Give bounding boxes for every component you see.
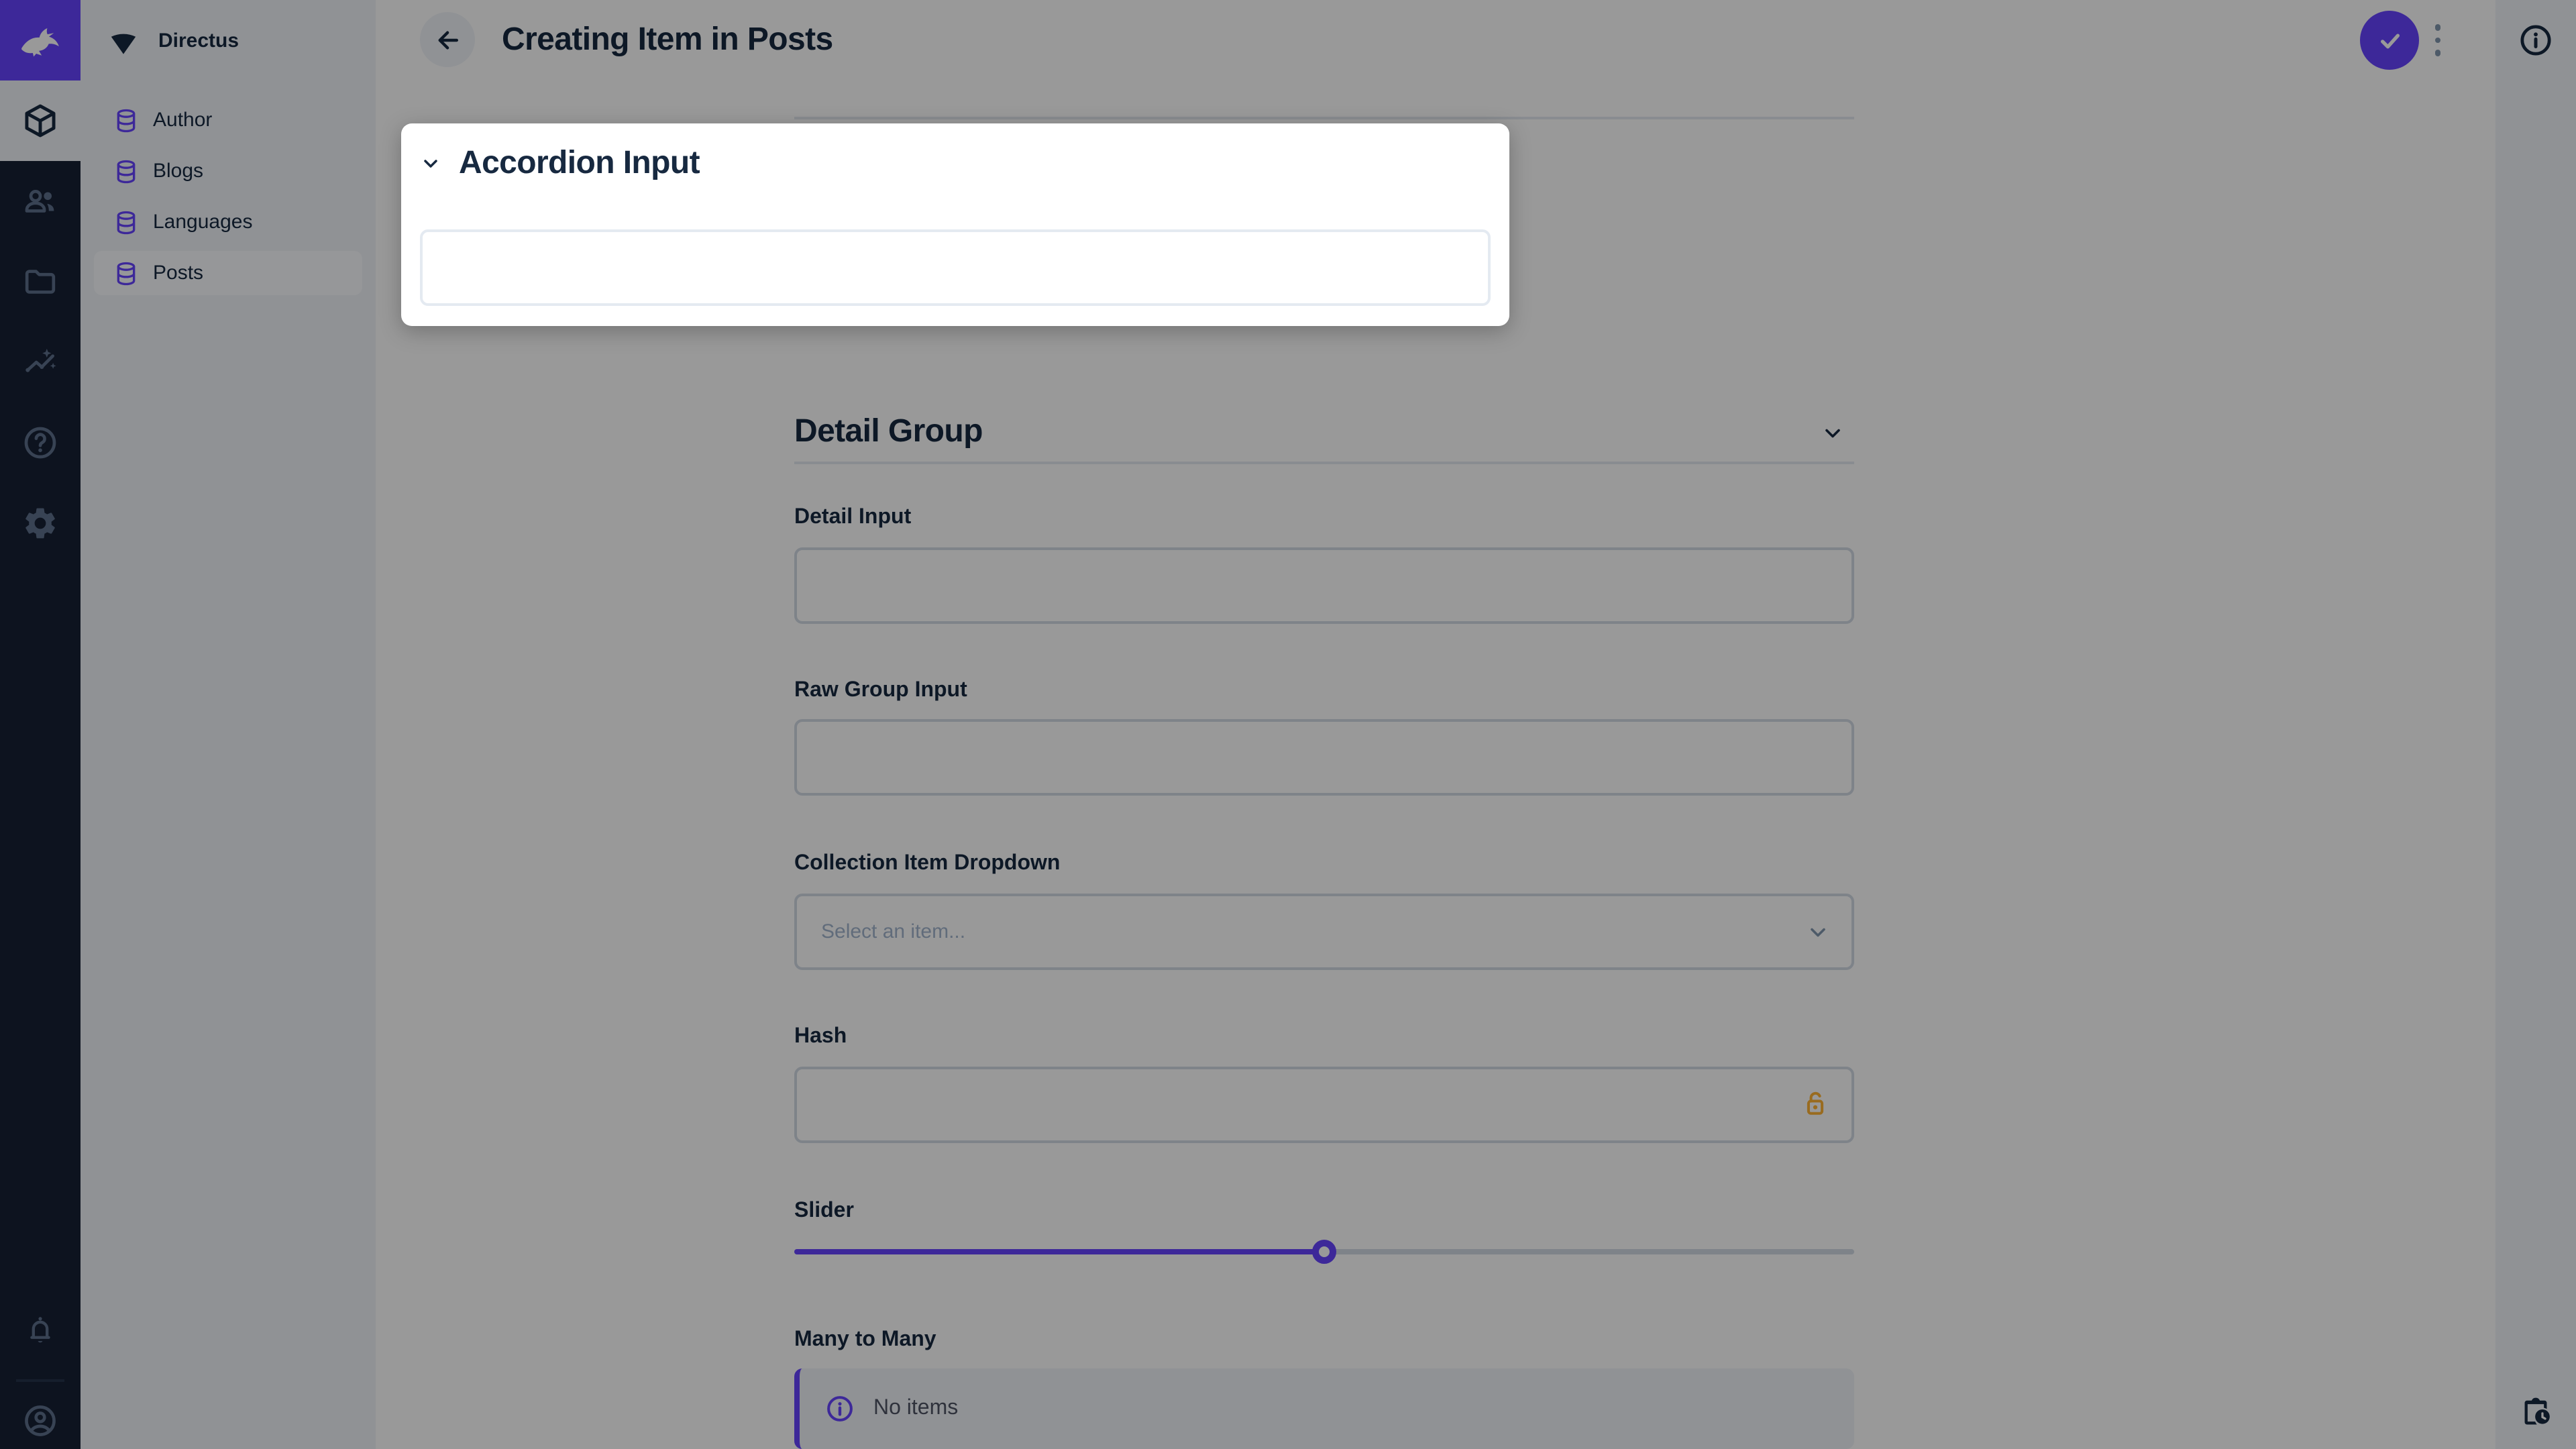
app-window: Detail Group Detail Input Raw Group Inpu…: [0, 0, 2576, 1449]
chevron-down-icon: [420, 153, 441, 174]
accordion-title: Accordion Input: [459, 145, 700, 182]
accordion-toggle[interactable]: Accordion Input: [420, 145, 700, 182]
accordion-input-field[interactable]: [420, 229, 1491, 306]
accordion-section-card: Accordion Input: [401, 123, 1509, 326]
